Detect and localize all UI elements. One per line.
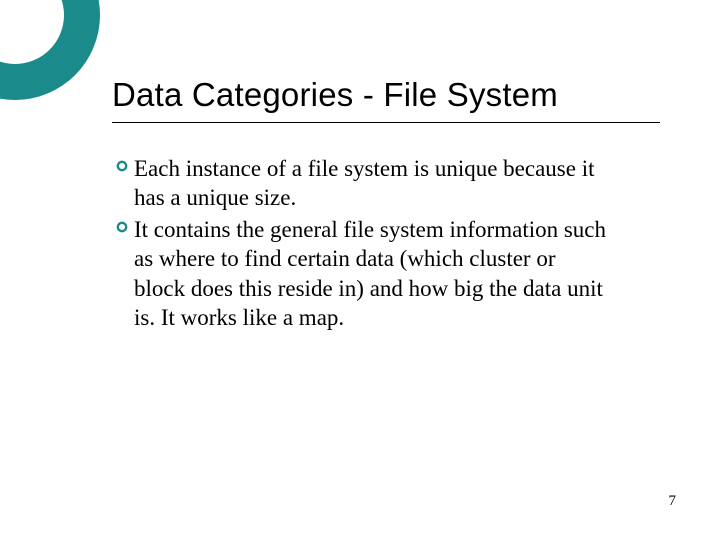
corner-ring-decoration	[0, 0, 100, 100]
slide-title: Data Categories - File System	[112, 76, 660, 114]
slide-body: Each instance of a file system is unique…	[140, 154, 610, 335]
bullet-item: Each instance of a file system is unique…	[140, 154, 610, 215]
bullet-text: It contains the general file system info…	[134, 215, 610, 333]
page-number: 7	[669, 493, 677, 510]
bullet-item: It contains the general file system info…	[140, 215, 610, 335]
bullet-ring-icon	[116, 221, 134, 233]
bullet-ring-icon	[116, 160, 134, 172]
bullet-text: Each instance of a file system is unique…	[134, 154, 610, 213]
title-underline	[112, 122, 660, 123]
